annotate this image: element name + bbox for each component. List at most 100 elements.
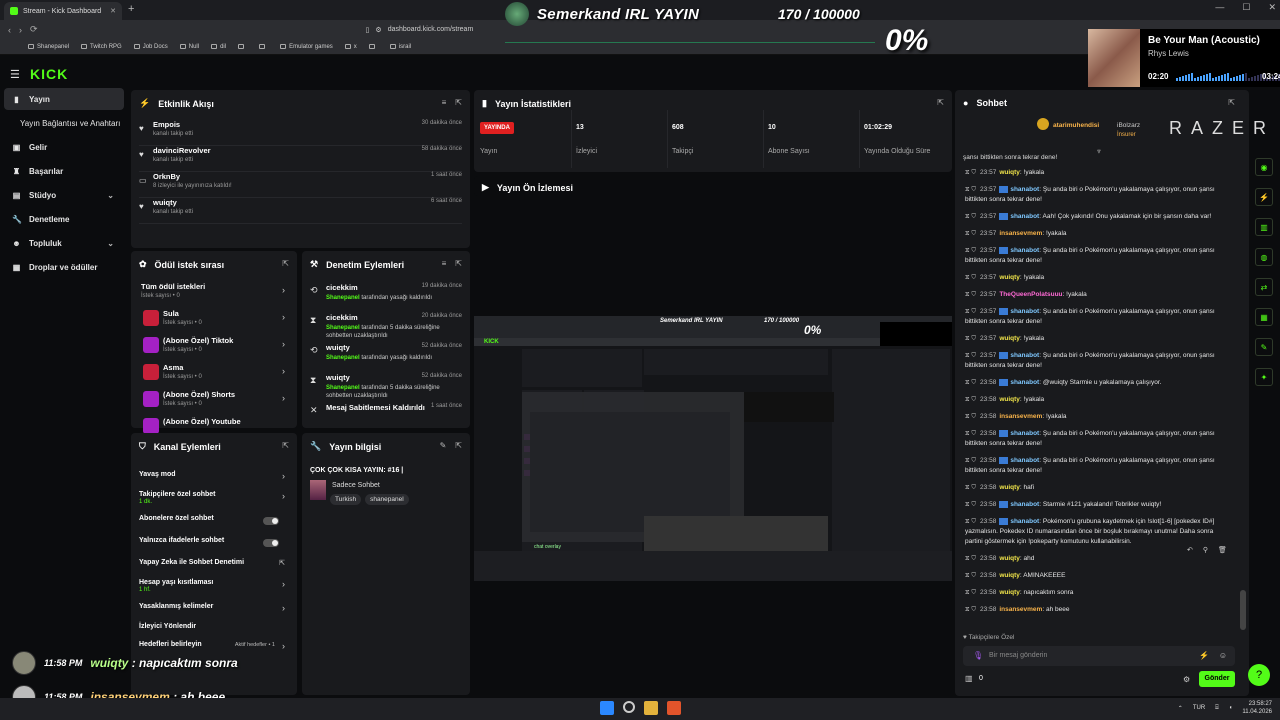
moderation-item[interactable]: ⧗ wuiqty Shanepanel tarafından 5 dakika sü…	[310, 371, 462, 401]
moderation-item[interactable]: ⧗ cicekkim Shanepanel tarafından 5 dakika …	[310, 311, 462, 341]
popout-icon[interactable]: ⇱	[455, 259, 462, 268]
tray-volume-icon[interactable]: ◖	[1229, 705, 1233, 711]
bookmark-item[interactable]: dil	[211, 44, 226, 50]
emoji-icon[interactable]: ☺	[1219, 651, 1227, 660]
chat-username[interactable]: shanabot	[1010, 213, 1039, 220]
sidebar-item-stream-key[interactable]: Yayın Bağlantısı ve Anahtarı	[4, 112, 124, 134]
popout-icon[interactable]: ⇱	[1228, 98, 1235, 107]
activity-item[interactable]: ♥ wuiqty kanalı takip etti 6 saat önce	[139, 198, 462, 224]
site-info-icon[interactable]: ⚙	[375, 26, 381, 34]
document-icon[interactable]: ▥	[1255, 218, 1273, 236]
chat-username[interactable]: insansevmem	[999, 230, 1042, 237]
windows-start-icon[interactable]	[600, 701, 614, 715]
popout-icon[interactable]: ⇱	[937, 98, 944, 107]
bookmark-item[interactable]: Job Docs	[133, 44, 168, 50]
close-tab-icon[interactable]: ✕	[110, 7, 116, 15]
tray-chevron-icon[interactable]: ⌃	[1178, 705, 1183, 712]
chat-username[interactable]: shanabot	[1010, 518, 1039, 525]
chat-message[interactable]: ⧖ ⛉ 23:57 shanabot: Aah! Çok yakındı! Onu …	[965, 212, 1231, 222]
kick-logo[interactable]: KICK	[30, 66, 68, 82]
reward-item[interactable]: Asma İstek sayısı • 0 ›	[139, 360, 289, 387]
grid-icon[interactable]: ▦	[1255, 308, 1273, 326]
channel-action-item[interactable]: Yapay Zeka ile Sohbet Denetimi ⇱	[139, 559, 289, 579]
new-tab-button[interactable]: +	[128, 3, 134, 15]
reload-icon[interactable]: ⟳	[30, 24, 38, 35]
activity-item[interactable]: ♥ davinciRevolver kanalı takip etti 58 daki…	[139, 146, 462, 172]
bookmark-item[interactable]	[238, 44, 247, 49]
brave-browser-icon[interactable]	[667, 701, 681, 715]
reward-item[interactable]: (Abone Özel) Tiktok İstek sayısı • 0 ›	[139, 333, 289, 360]
chat-input[interactable]: 🎙 Bir mesaj gönderin ⚡ ☺	[963, 646, 1235, 666]
chat-username[interactable]: wuiqty	[999, 335, 1020, 342]
pinned-user-2[interactable]: iBolzarz	[1117, 122, 1140, 129]
chat-username[interactable]: shanabot	[1010, 501, 1039, 508]
chat-message[interactable]: ⧖ ⛉ 23:58 wuiqty: hafi	[965, 483, 1231, 493]
forward-icon[interactable]: ›	[19, 25, 22, 35]
back-icon[interactable]: ‹	[8, 25, 11, 35]
chat-message[interactable]: ⧖ ⛉ 23:57 wuiqty: !yakala	[965, 273, 1231, 283]
lightning-icon[interactable]: ⚡	[1255, 188, 1273, 206]
chat-message[interactable]: ⧖ ⛉ 23:57 shanabot: Şu anda biri o Pokémon…	[965, 351, 1231, 371]
chat-username[interactable]: shanabot	[1010, 430, 1039, 437]
sidebar-item-gelir[interactable]: ▣ Gelir	[4, 136, 124, 158]
chat-bubble-icon[interactable]: ◍	[1255, 248, 1273, 266]
chat-username[interactable]: insansevmem	[999, 606, 1042, 613]
reply-icon[interactable]: ↶	[1187, 546, 1193, 554]
bookmark-item[interactable]: Emulator games	[280, 44, 333, 50]
bookmark-item[interactable]: Shanepanel	[28, 44, 69, 50]
moderation-item[interactable]: ⟲ cicekkim Shanepanel tarafından yasağı ka…	[310, 281, 462, 311]
wrench-icon[interactable]: ✎	[1255, 338, 1273, 356]
command-icon[interactable]: ⚡	[1199, 651, 1209, 660]
bookmark-item[interactable]	[368, 44, 378, 49]
chat-username[interactable]: wuiqty	[999, 396, 1020, 403]
chat-message[interactable]: ⧖ ⛉ 23:58 shanabot: Şu anda biri o Pokémon…	[965, 456, 1231, 476]
chat-username[interactable]: shanabot	[1010, 308, 1039, 315]
tray-network-icon[interactable]: ⌸	[1215, 705, 1219, 712]
menu-icon[interactable]: ☰	[10, 68, 20, 81]
chat-message[interactable]: ⧖ ⛉ 23:58 insansevmem: ah beee	[965, 605, 1231, 615]
activity-item[interactable]: ♥ Empois kanalı takip etti 30 dakika önce	[139, 120, 462, 146]
reward-item[interactable]: Sula İstek sayısı • 0 ›	[139, 306, 289, 333]
chat-message[interactable]: ⧖ ⛉ 23:58 shanabot: Şu anda biri o Pokémon…	[965, 429, 1231, 449]
swap-icon[interactable]: ⇄	[1255, 278, 1273, 296]
moderation-item[interactable]: ✕ Mesaj Sabitlemesi Kaldırıldı 1 saat önce	[310, 401, 462, 431]
toggle-switch[interactable]	[263, 539, 279, 547]
sidebar-item-yayin[interactable]: ▮ Yayın	[4, 88, 124, 110]
popout-icon[interactable]: ⇱	[455, 441, 462, 450]
file-explorer-icon[interactable]	[644, 701, 658, 715]
popout-icon[interactable]: ⇱	[455, 98, 462, 107]
chat-message[interactable]: ⧖ ⛉ 23:57 wuiqty: !yakala	[965, 334, 1231, 344]
chat-message[interactable]: ⧖ ⛉ 23:58 wuiqty: !yakala	[965, 395, 1231, 405]
chat-message[interactable]: ⧖ ⛉ 23:58 wuiqty: ahd	[965, 554, 1231, 564]
minimize-icon[interactable]: —	[1215, 2, 1224, 13]
sidebar-item-basarilar[interactable]: ♜ Başarılar	[4, 160, 124, 182]
mic-icon[interactable]: 🎙	[973, 651, 983, 660]
url-field[interactable]: ▯ ⚙ dashboard.kick.com/stream	[366, 26, 474, 34]
chat-message[interactable]: ⧖ ⛉ 23:58 wuiqty: AMINAKEEEE	[965, 571, 1231, 581]
moderation-item[interactable]: ⟲ wuiqty Shanepanel tarafından yasağı kald…	[310, 341, 462, 371]
chat-username[interactable]: insansevmem	[999, 413, 1042, 420]
close-window-icon[interactable]: ✕	[1268, 2, 1276, 13]
channel-action-item[interactable]: Yavaş mod ›	[139, 471, 289, 491]
popout-icon[interactable]: ⇱	[282, 441, 289, 450]
chat-message[interactable]: ⧖ ⛉ 23:57 TheQueenPolatsuuu: !yakala	[965, 290, 1231, 300]
chat-message[interactable]: ⧖ ⛉ 23:58 shanabot: @wuiqty Starmie u yaka…	[965, 378, 1231, 388]
activity-item[interactable]: ▭ OrknBy 8 izleyici ile yayınınıza katıldı…	[139, 172, 462, 198]
bookmark-item[interactable]: x	[344, 44, 357, 50]
chat-username[interactable]: shanabot	[1010, 247, 1039, 254]
chat-message[interactable]: ⧖ ⛉ 23:58 shanabot: Starmie #121 yakalandı…	[965, 500, 1231, 510]
chat-username[interactable]: TheQueenPolatsuuu	[999, 291, 1062, 298]
chat-message[interactable]: ⧖ ⛉ 23:57 shanabot: Şu anda biri o Pokémon…	[965, 185, 1231, 205]
chat-username[interactable]: shanabot	[1010, 352, 1039, 359]
pin-icon[interactable]: ⚲	[1203, 546, 1208, 554]
settings-icon[interactable]: ⚙	[1183, 675, 1190, 684]
puzzle-icon[interactable]: ✦	[1255, 368, 1273, 386]
channel-action-item[interactable]: Yasaklanmış kelimeler ›	[139, 603, 289, 623]
search-icon[interactable]	[623, 701, 635, 713]
channel-action-item[interactable]: Takipçilere özel sohbet 1 dk. ›	[139, 491, 289, 511]
send-button[interactable]: Gönder	[1199, 671, 1235, 687]
bookmark-item[interactable]: israil	[389, 44, 411, 50]
chat-message[interactable]: ⧖ ⛉ 23:58 insansevmem: !yakala	[965, 412, 1231, 422]
tray-clock[interactable]: 23:58:27 11.04.2026	[1242, 700, 1272, 716]
camera-icon[interactable]: ◉	[1255, 158, 1273, 176]
